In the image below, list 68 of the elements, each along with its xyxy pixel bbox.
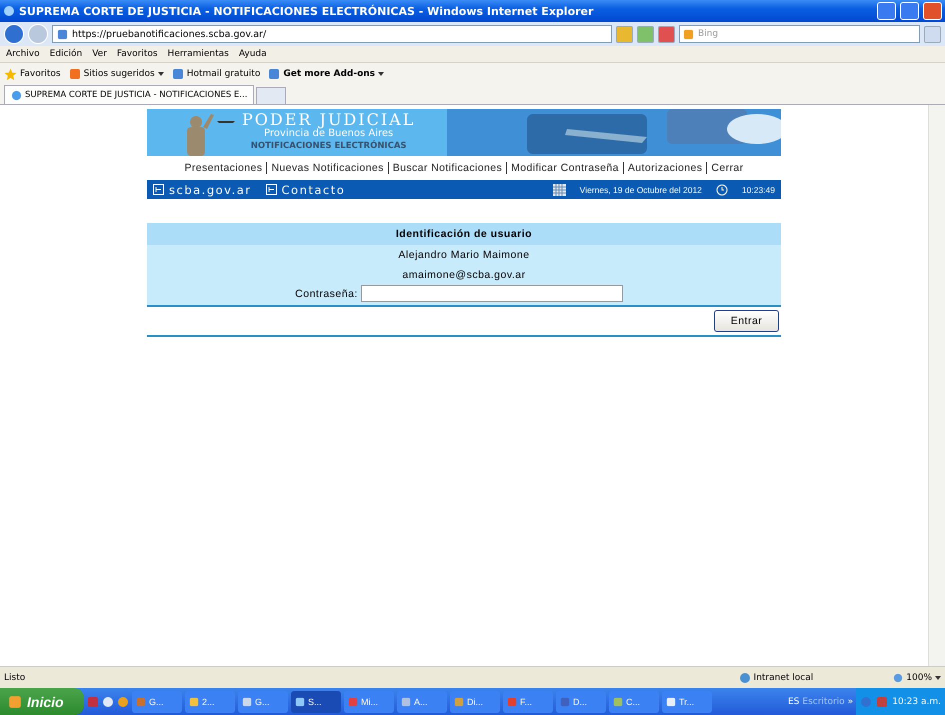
taskbar-button[interactable]: C... <box>609 690 659 712</box>
user-name: Alejandro Mario Maimone <box>398 248 530 263</box>
language-indicator[interactable]: ES <box>788 696 800 706</box>
lock-button[interactable] <box>616 26 633 42</box>
favorites-bar-item[interactable]: Sitios sugeridos <box>68 68 164 80</box>
nav-link[interactable]: Nuevas Notificaciones <box>266 162 388 174</box>
security-zone: Intranet local <box>738 672 814 684</box>
address-field[interactable]: https://pruebanotificaciones.scba.gov.ar/ <box>52 25 612 43</box>
menu-item[interactable]: Herramientas <box>168 49 229 59</box>
scrollbar[interactable] <box>928 105 945 666</box>
nav-link[interactable]: Autorizaciones <box>622 162 706 174</box>
date-text: Viernes, 19 de Octubre del 2012 <box>580 184 702 194</box>
banner-subtitle: Provincia de Buenos Aires <box>264 128 394 140</box>
status-text: Listo <box>4 672 26 682</box>
back-button[interactable] <box>4 24 24 44</box>
browser-tab[interactable]: SUPREMA CORTE DE JUSTICIA - NOTIFICACIONES E... <box>4 85 254 104</box>
more-button[interactable]: » <box>848 696 854 706</box>
new-tab-button[interactable] <box>256 87 286 104</box>
nav-link[interactable]: Modificar Contraseña <box>506 162 623 174</box>
info-link[interactable]: Contacto <box>266 182 346 196</box>
nav-link[interactable]: Buscar Notificaciones <box>388 162 506 174</box>
close-button[interactable] <box>923 2 942 20</box>
taskbar-button[interactable]: 2... <box>185 690 235 712</box>
caret-icon <box>935 676 941 680</box>
link-icon <box>266 184 276 195</box>
caret-icon <box>158 72 164 76</box>
nav-link[interactable]: Presentaciones <box>180 162 266 174</box>
taskbar-button[interactable]: A... <box>397 690 447 712</box>
taskbar-button[interactable]: Mi... <box>344 690 394 712</box>
taskbar-button[interactable]: G... <box>132 690 182 712</box>
info-link[interactable]: scba.gov.ar <box>153 182 252 196</box>
taskbar-button[interactable]: G... <box>238 690 288 712</box>
minimize-button[interactable] <box>877 2 896 20</box>
favorites-bar-item[interactable]: Get more Add-ons <box>268 68 384 80</box>
taskbar-button[interactable]: Tr... <box>662 690 712 712</box>
nav-link[interactable]: Cerrar <box>706 162 748 174</box>
taskbar-button[interactable]: F... <box>503 690 553 712</box>
password-label: Contraseña: <box>295 288 358 300</box>
time-text: 10:23:49 <box>742 184 775 194</box>
clock-text: 10:23 a.m. <box>892 696 941 706</box>
link-icon <box>153 184 164 195</box>
window-title: SUPREMA CORTE DE JUSTICIA - NOTIFICACIONES ELECTRÓNICAS - Windows Internet Explorer <box>19 4 594 18</box>
menu-item[interactable]: Edición <box>50 49 82 59</box>
menu-item[interactable]: Ayuda <box>238 49 267 59</box>
taskbar-button[interactable]: S... <box>291 690 341 712</box>
taskbar-button[interactable]: D... <box>556 690 606 712</box>
zoom-control[interactable]: 100% <box>893 672 941 682</box>
maximize-button[interactable] <box>900 2 919 20</box>
favorites-bar-item[interactable]: Favoritos <box>4 68 61 80</box>
password-field[interactable] <box>360 285 623 302</box>
favorites-bar-item[interactable]: Hotmail gratuito <box>172 68 260 80</box>
login-button[interactable]: Entrar <box>714 310 779 332</box>
stop-button[interactable] <box>658 26 675 42</box>
menu-item[interactable]: Favoritos <box>116 49 158 59</box>
banner-caption: NOTIFICACIONES ELECTRÓNICAS <box>250 140 407 152</box>
calendar-icon <box>552 184 566 196</box>
search-button[interactable] <box>924 26 941 42</box>
taskbar-button[interactable]: Di... <box>450 690 500 712</box>
refresh-button[interactable] <box>637 26 654 42</box>
star-icon <box>4 68 17 80</box>
start-button[interactable]: Inicio <box>0 688 84 715</box>
banner-title: PODER JUDICIAL <box>242 111 416 128</box>
menu-item[interactable]: Ver <box>92 49 107 59</box>
form-heading: Identificación de usuario <box>396 228 532 240</box>
user-email: amaimone@scba.gov.ar <box>402 268 526 283</box>
clock-icon <box>716 184 728 196</box>
menu-item[interactable]: Archivo <box>6 49 40 59</box>
caret-icon <box>378 72 384 76</box>
